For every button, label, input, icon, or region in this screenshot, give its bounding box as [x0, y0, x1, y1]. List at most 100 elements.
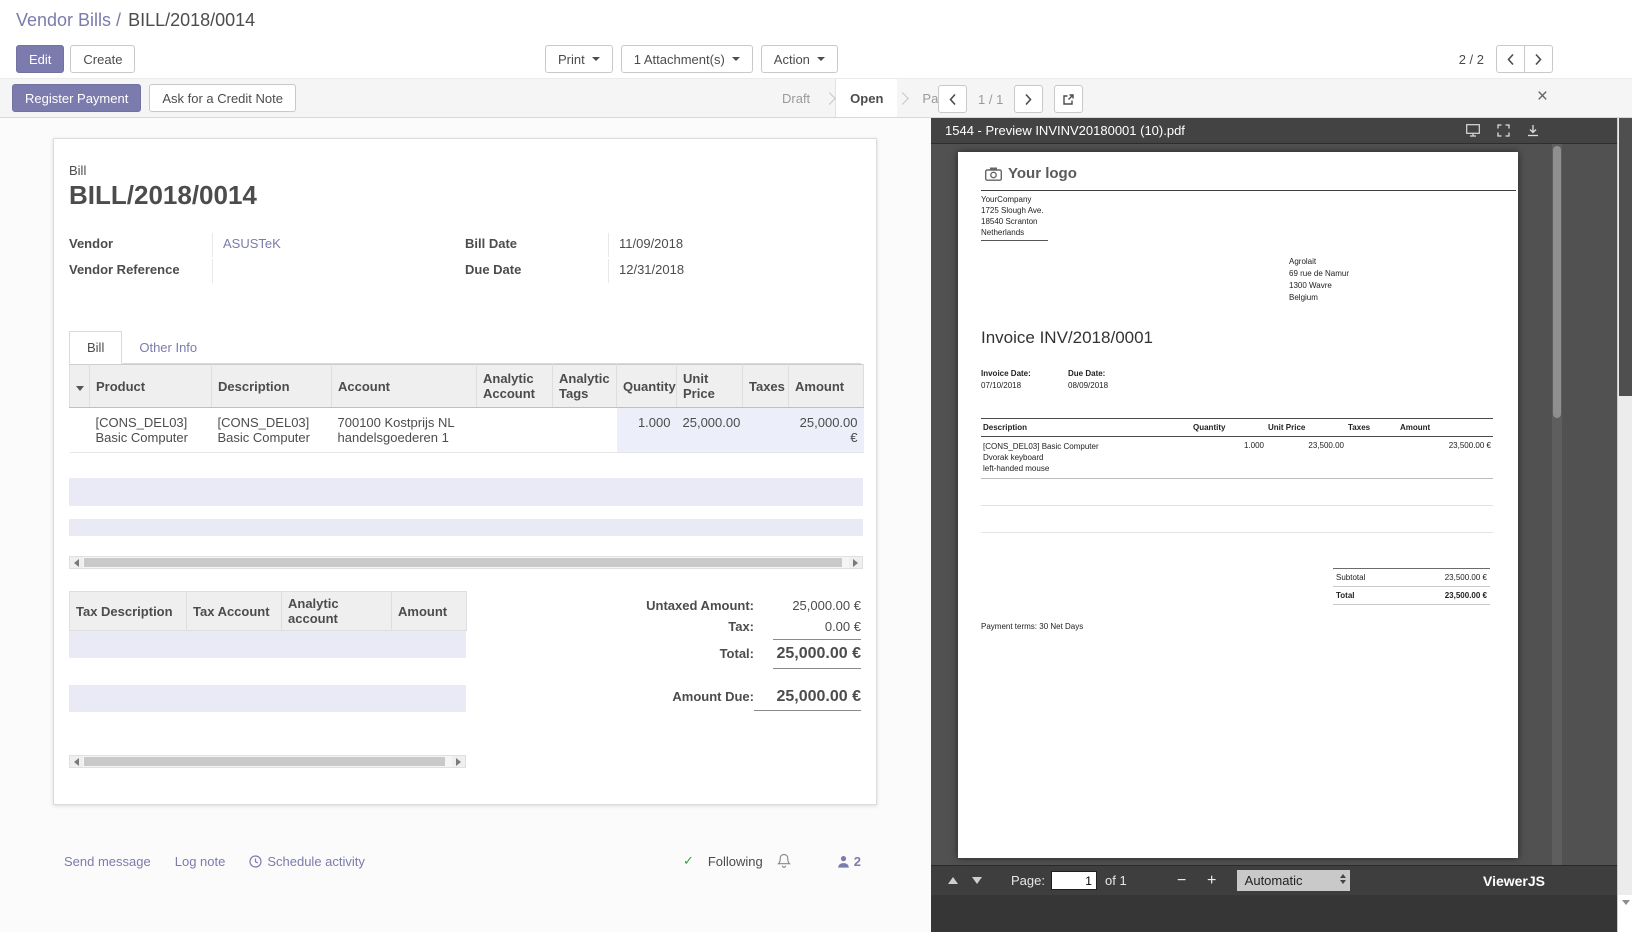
field-group-left: Vendor ASUSTeK Vendor Reference: [69, 233, 465, 285]
tax-and-totals-section: Tax Description Tax Account Analytic acc…: [69, 591, 861, 768]
column-header-tax-description[interactable]: Tax Description: [70, 592, 187, 631]
line-quantity-cell: 1.000: [617, 408, 677, 453]
zoom-in-button[interactable]: +: [1201, 872, 1223, 890]
line-handle-cell: [70, 408, 90, 453]
register-payment-button[interactable]: Register Payment: [12, 84, 141, 112]
following-toggle[interactable]: Following: [708, 854, 763, 869]
attachment-next-button[interactable]: [1014, 85, 1043, 113]
print-menu-label: Print: [558, 52, 585, 67]
download-button[interactable]: [1527, 124, 1539, 137]
action-menu-button[interactable]: Action: [761, 45, 838, 73]
document-type-label: Bill: [69, 163, 861, 178]
field-group-right: Bill Date 11/09/2018 Due Date 12/31/2018: [465, 233, 861, 285]
column-header-product[interactable]: Product: [90, 365, 212, 408]
scroll-right-button[interactable]: [849, 557, 862, 568]
column-header-analytic-account[interactable]: Analytic Account: [477, 365, 553, 408]
pager-next-button[interactable]: [1524, 45, 1553, 73]
caret-down-icon: [817, 57, 825, 61]
column-header-amount[interactable]: Amount: [789, 365, 864, 408]
total-row: Total 23,500.00 €: [1333, 587, 1490, 605]
tab-bill[interactable]: Bill: [69, 331, 122, 364]
invoice-line-row[interactable]: [CONS_DEL03] Basic Computer [CONS_DEL03]…: [70, 408, 864, 453]
lines-horizontal-scrollbar[interactable]: [69, 556, 863, 569]
log-note-button[interactable]: Log note: [175, 854, 226, 869]
scroll-right-button[interactable]: [452, 756, 465, 767]
window-scrollbar[interactable]: [1617, 118, 1632, 932]
optional-columns-toggle[interactable]: [70, 365, 90, 408]
column-header-taxes[interactable]: Taxes: [743, 365, 789, 408]
page-number-input[interactable]: [1051, 871, 1097, 890]
close-preview-button[interactable]: ×: [1537, 87, 1548, 106]
arrow-down-icon: [1622, 900, 1630, 905]
column-header-quantity[interactable]: Quantity: [617, 365, 677, 408]
col-taxes: Taxes: [1346, 419, 1398, 437]
totals-separator: [773, 639, 861, 640]
scrollbar-thumb[interactable]: [1553, 146, 1561, 418]
tax-horizontal-scrollbar[interactable]: [69, 755, 466, 768]
tax-amount-value: 0.00 €: [754, 619, 861, 634]
schedule-activity-button[interactable]: Schedule activity: [249, 854, 365, 869]
invoice-title: Invoice INV/2018/0001: [981, 328, 1153, 348]
statusbar: Register Payment Ask for a Credit Note D…: [0, 78, 1632, 118]
due-date-label: Due Date:: [1068, 368, 1155, 380]
scrollbar-thumb[interactable]: [1619, 118, 1632, 396]
column-header-unit-price[interactable]: Unit Price: [677, 365, 743, 408]
scrollbar-track[interactable]: [83, 557, 849, 568]
scrollbar-thumb[interactable]: [84, 757, 445, 766]
column-header-tax-account[interactable]: Tax Account: [187, 592, 282, 631]
pager-previous-button[interactable]: [1496, 45, 1525, 73]
attachments-menu-button[interactable]: 1 Attachment(s): [621, 45, 753, 73]
tab-other-info[interactable]: Other Info: [122, 332, 214, 363]
status-draft[interactable]: Draft: [768, 79, 824, 117]
company-address-rule: [981, 240, 1048, 241]
total-label: Total:: [720, 646, 754, 661]
check-icon: ✓: [683, 853, 694, 869]
line-analytic-account-cell: [477, 408, 553, 453]
line-analytic-tags-cell: [553, 408, 617, 453]
column-header-analytic-account[interactable]: Analytic account: [282, 592, 392, 631]
scrollbar-thumb[interactable]: [84, 558, 842, 567]
lines-header-row: Product Description Account Analytic Acc…: [70, 365, 864, 408]
totals-block: Untaxed Amount: 25,000.00 € Tax: 0.00 € …: [466, 591, 861, 768]
invoice-document: Your logo YourCompany 1725 Slough Ave. 1…: [958, 152, 1518, 858]
pdf-viewer-toolbar: Page: of 1 − + Automatic ViewerJS: [931, 865, 1617, 895]
create-button[interactable]: Create: [70, 45, 135, 73]
pdf-vertical-scrollbar[interactable]: [1552, 144, 1562, 865]
status-open[interactable]: Open: [835, 79, 897, 117]
next-page-button[interactable]: [965, 871, 989, 891]
scroll-left-button[interactable]: [70, 557, 83, 568]
bell-icon[interactable]: [777, 853, 791, 869]
empty-row: [69, 631, 466, 658]
send-message-button[interactable]: Send message: [64, 854, 151, 869]
line-taxes-cell: [743, 408, 789, 453]
vendor-value-link[interactable]: ASUSTeK: [223, 236, 281, 251]
pdf-header-icons: [1466, 124, 1539, 137]
previous-page-button[interactable]: [941, 871, 965, 891]
zoom-out-button[interactable]: −: [1171, 872, 1193, 890]
print-menu-button[interactable]: Print: [545, 45, 613, 73]
bill-number-title: BILL/2018/0014: [69, 180, 861, 211]
invoice-dates: Invoice Date: 07/10/2018 Due Date: 08/09…: [981, 368, 1155, 392]
invoice-date-label: Invoice Date:: [981, 368, 1068, 380]
column-header-account[interactable]: Account: [332, 365, 477, 408]
arrow-up-icon: [948, 877, 958, 884]
chevron-left-icon: [1506, 53, 1515, 66]
zoom-mode-select[interactable]: Automatic: [1237, 870, 1350, 891]
edit-button[interactable]: Edit: [16, 45, 64, 73]
column-header-amount[interactable]: Amount: [392, 592, 467, 631]
breadcrumb-vendor-bills-link[interactable]: Vendor Bills /: [16, 10, 121, 31]
open-attachment-external-button[interactable]: [1054, 85, 1083, 113]
column-header-description[interactable]: Description: [212, 365, 332, 408]
column-header-analytic-tags[interactable]: Analytic Tags: [553, 365, 617, 408]
attachment-previous-button[interactable]: [938, 85, 967, 113]
scrollbar-track[interactable]: [83, 756, 452, 767]
scroll-left-button[interactable]: [70, 756, 83, 767]
due-date-label: Due Date: [465, 259, 608, 277]
line-description-cell: [CONS_DEL03] Basic Computer: [212, 408, 332, 453]
ask-credit-note-button[interactable]: Ask for a Credit Note: [149, 84, 296, 112]
record-pager: 2 / 2: [1459, 45, 1553, 73]
presentation-mode-button[interactable]: [1466, 124, 1480, 137]
followers-button[interactable]: 2: [837, 854, 861, 869]
fullscreen-button[interactable]: [1497, 124, 1510, 137]
vendor-reference-label: Vendor Reference: [69, 259, 212, 277]
